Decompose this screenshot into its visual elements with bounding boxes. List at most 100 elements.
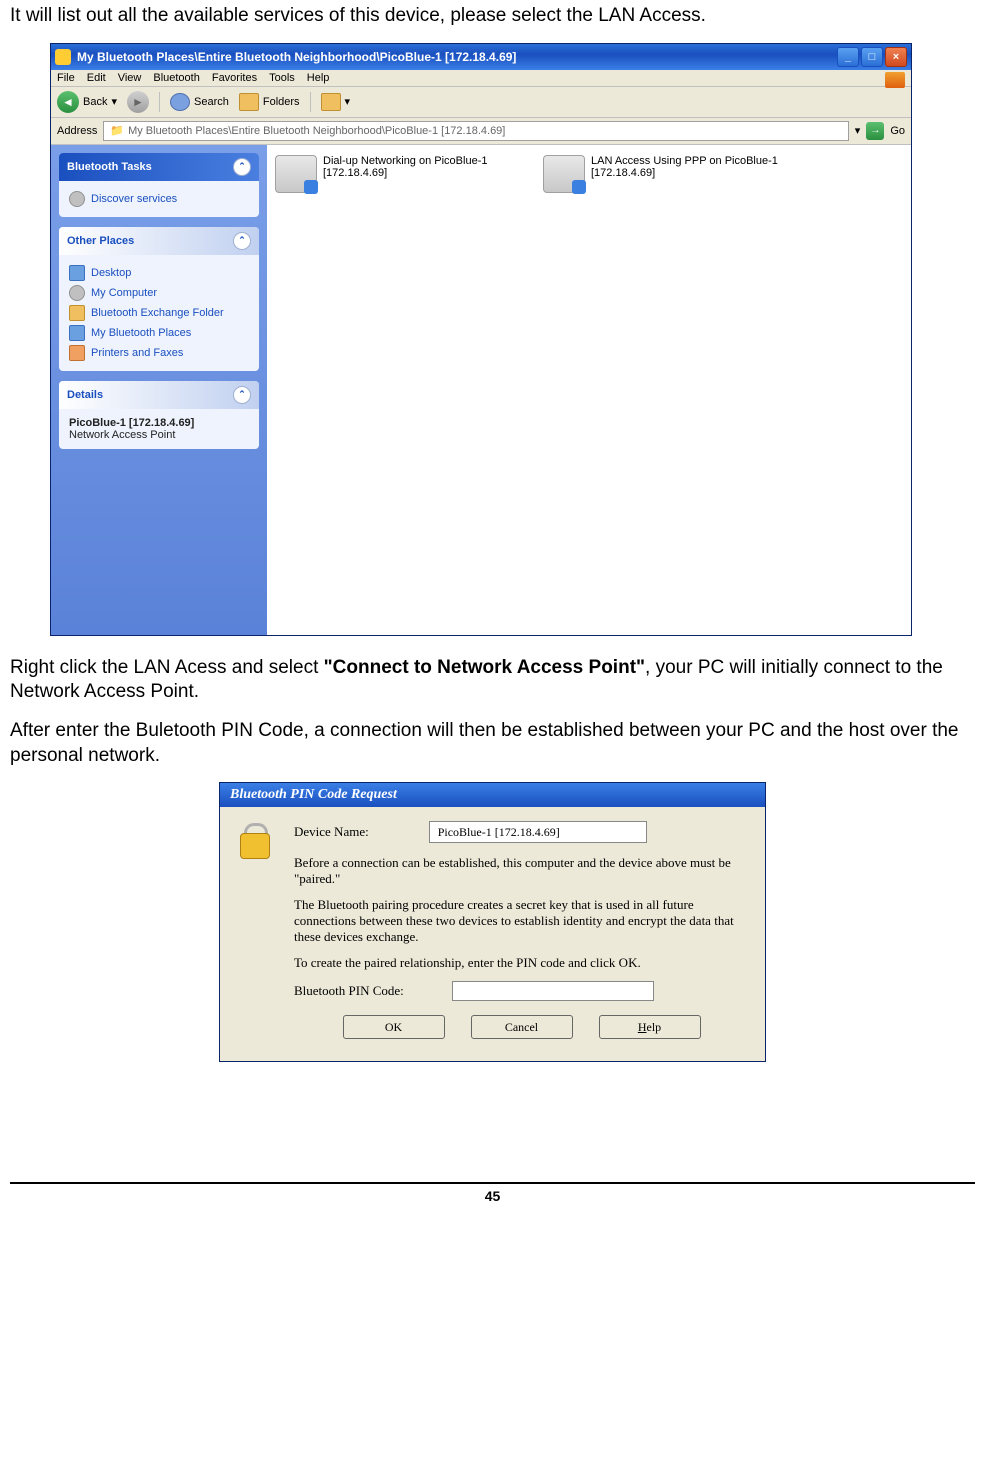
explorer-window: My Bluetooth Places\Entire Bluetooth Nei… — [50, 43, 912, 636]
paragraph-2: Right click the LAN Acess and select "Co… — [10, 656, 975, 705]
views-icon — [321, 93, 341, 111]
folders-button[interactable]: Folders — [239, 93, 300, 111]
ok-button[interactable]: OK — [343, 1015, 445, 1039]
go-button[interactable]: → — [866, 122, 884, 140]
panel-header-places[interactable]: Other Places ⌃ — [59, 227, 259, 255]
pin-code-input[interactable] — [452, 981, 654, 1001]
connect-option-bold: "Connect to Network Access Point" — [324, 657, 645, 678]
close-button[interactable]: × — [885, 47, 907, 67]
dialog-title: Bluetooth PIN Code Request — [220, 783, 765, 807]
service-dialup[interactable]: Dial-up Networking on PicoBlue-1 [172.18… — [271, 151, 539, 197]
dropdown-icon[interactable]: ▾ — [345, 95, 351, 108]
dialog-msg-3: To create the paired relationship, enter… — [294, 955, 749, 971]
details-device-name: PicoBlue-1 [172.18.4.69] — [69, 417, 249, 429]
place-label: My Bluetooth Places — [91, 327, 191, 339]
toolbar: ◄ Back ▾ ► Search Folders ▾ — [51, 87, 911, 118]
place-desktop[interactable]: Desktop — [69, 263, 249, 283]
menu-edit[interactable]: Edit — [87, 72, 106, 84]
service-sub: [172.18.4.69] — [591, 167, 778, 179]
help-underline: H — [638, 1020, 647, 1035]
toolbar-separator — [159, 92, 160, 112]
menu-help[interactable]: Help — [307, 72, 330, 84]
para2-text-a: Right click the LAN Acess and select — [10, 657, 324, 678]
service-sub: [172.18.4.69] — [323, 167, 487, 179]
service-title: LAN Access Using PPP on PicoBlue-1 — [591, 155, 778, 167]
menu-view[interactable]: View — [118, 72, 142, 84]
task-discover-services[interactable]: Discover services — [69, 189, 249, 209]
place-my-computer[interactable]: My Computer — [69, 283, 249, 303]
search-button[interactable]: Search — [170, 93, 229, 111]
folders-icon — [239, 93, 259, 111]
place-bt-places[interactable]: My Bluetooth Places — [69, 323, 249, 343]
place-exchange-folder[interactable]: Bluetooth Exchange Folder — [69, 303, 249, 323]
collapse-icon[interactable]: ⌃ — [233, 386, 251, 404]
address-path: My Bluetooth Places\Entire Bluetooth Nei… — [128, 125, 505, 137]
help-rest: elp — [647, 1020, 662, 1035]
details-header-label: Details — [67, 389, 103, 401]
page-footer: 45 — [10, 1182, 975, 1204]
dropdown-icon[interactable]: ▾ — [111, 95, 117, 108]
dialup-icon — [275, 155, 317, 193]
place-label: Bluetooth Exchange Folder — [91, 307, 224, 319]
address-dropdown-icon[interactable]: ▾ — [855, 124, 861, 137]
back-label: Back — [83, 96, 107, 108]
collapse-icon[interactable]: ⌃ — [233, 158, 251, 176]
pin-code-label: Bluetooth PIN Code: — [294, 983, 404, 999]
lan-icon — [543, 155, 585, 193]
bluetooth-icon — [69, 325, 85, 341]
device-name-value: PicoBlue-1 [172.18.4.69] — [429, 821, 647, 843]
desktop-icon — [69, 265, 85, 281]
device-name-label: Device Name: — [294, 824, 369, 840]
collapse-icon[interactable]: ⌃ — [233, 232, 251, 250]
help-button[interactable]: Help — [599, 1015, 701, 1039]
folder-icon — [69, 305, 85, 321]
printers-icon — [69, 345, 85, 361]
details-device-type: Network Access Point — [69, 429, 249, 441]
menu-bluetooth[interactable]: Bluetooth — [153, 72, 199, 84]
discover-icon — [69, 191, 85, 207]
places-header-label: Other Places — [67, 235, 134, 247]
address-bar: Address 📁 My Bluetooth Places\Entire Blu… — [51, 118, 911, 145]
place-printers[interactable]: Printers and Faxes — [69, 343, 249, 363]
address-label: Address — [57, 125, 97, 137]
folders-label: Folders — [263, 96, 300, 108]
search-label: Search — [194, 96, 229, 108]
menu-file[interactable]: File — [57, 72, 75, 84]
task-label: Discover services — [91, 193, 177, 205]
panel-header-details[interactable]: Details ⌃ — [59, 381, 259, 409]
other-places-panel: Other Places ⌃ Desktop My Computer Bluet… — [59, 227, 259, 371]
maximize-button[interactable]: □ — [861, 47, 883, 67]
intro-paragraph: It will list out all the available servi… — [10, 4, 975, 29]
go-label: Go — [890, 125, 905, 137]
place-label: Printers and Faxes — [91, 347, 183, 359]
back-button[interactable]: ◄ Back ▾ — [57, 91, 117, 113]
panel-header-tasks[interactable]: Bluetooth Tasks ⌃ — [59, 153, 259, 181]
dialog-msg-2: The Bluetooth pairing procedure creates … — [294, 897, 749, 945]
sidebar: Bluetooth Tasks ⌃ Discover services Othe… — [51, 145, 267, 635]
place-label: Desktop — [91, 267, 131, 279]
service-list: Dial-up Networking on PicoBlue-1 [172.18… — [267, 145, 911, 635]
cancel-button[interactable]: Cancel — [471, 1015, 573, 1039]
page-number: 45 — [485, 1188, 501, 1204]
menu-favorites[interactable]: Favorites — [212, 72, 257, 84]
toolbar-separator — [310, 92, 311, 112]
lock-key-icon — [236, 821, 280, 861]
forward-button[interactable]: ► — [127, 91, 149, 113]
address-input[interactable]: 📁 My Bluetooth Places\Entire Bluetooth N… — [103, 121, 848, 141]
dialog-msg-1: Before a connection can be established, … — [294, 855, 749, 887]
details-panel: Details ⌃ PicoBlue-1 [172.18.4.69] Netwo… — [59, 381, 259, 449]
minimize-button[interactable]: _ — [837, 47, 859, 67]
paragraph-3: After enter the Buletooth PIN Code, a co… — [10, 719, 975, 768]
service-lan-access[interactable]: LAN Access Using PPP on PicoBlue-1 [172.… — [539, 151, 807, 197]
menu-bar: File Edit View Bluetooth Favorites Tools… — [51, 70, 911, 87]
place-label: My Computer — [91, 287, 157, 299]
views-button[interactable]: ▾ — [321, 93, 351, 111]
tasks-header-label: Bluetooth Tasks — [67, 161, 152, 173]
search-icon — [170, 93, 190, 111]
service-title: Dial-up Networking on PicoBlue-1 — [323, 155, 487, 167]
window-title: My Bluetooth Places\Entire Bluetooth Nei… — [77, 50, 837, 64]
app-icon — [55, 49, 71, 65]
bluetooth-tasks-panel: Bluetooth Tasks ⌃ Discover services — [59, 153, 259, 217]
menu-tools[interactable]: Tools — [269, 72, 295, 84]
window-titlebar: My Bluetooth Places\Entire Bluetooth Nei… — [51, 44, 911, 70]
